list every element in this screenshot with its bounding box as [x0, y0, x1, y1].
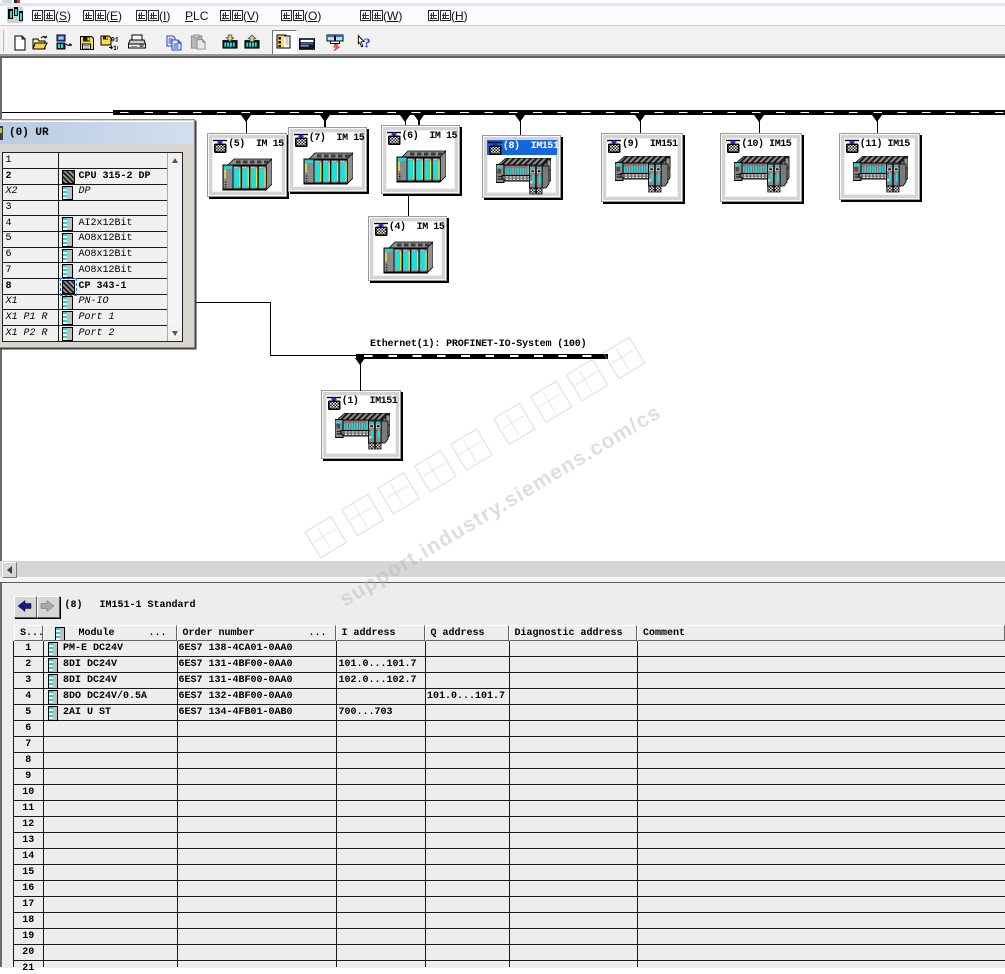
svg-text:01: 01 [111, 37, 118, 44]
svg-text:?: ? [364, 36, 371, 50]
svg-text:10: 10 [113, 45, 118, 51]
